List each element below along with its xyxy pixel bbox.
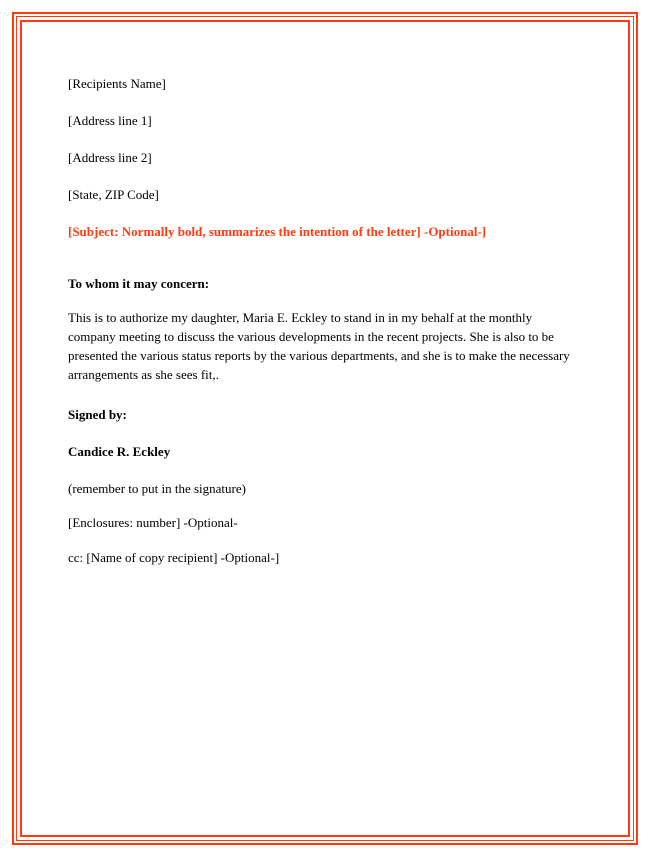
state-zip: [State, ZIP Code]	[68, 187, 582, 204]
address-line-2: [Address line 2]	[68, 150, 582, 167]
address-line-1: [Address line 1]	[68, 113, 582, 130]
signer-name: Candice R. Eckley	[68, 444, 582, 461]
recipient-name: [Recipients Name]	[68, 76, 582, 93]
signature-note: (remember to put in the signature)	[68, 481, 582, 498]
enclosures-line: [Enclosures: number] -Optional-	[68, 515, 582, 532]
letter-body: This is to authorize my daughter, Maria …	[68, 309, 582, 384]
salutation: To whom it may concern:	[68, 276, 582, 293]
subject-line: [Subject: Normally bold, summarizes the …	[68, 224, 582, 241]
cc-line: cc: [Name of copy recipient] -Optional-]	[68, 550, 582, 567]
letter-content: [Recipients Name] [Address line 1] [Addr…	[68, 76, 582, 567]
signed-by-label: Signed by:	[68, 407, 582, 424]
